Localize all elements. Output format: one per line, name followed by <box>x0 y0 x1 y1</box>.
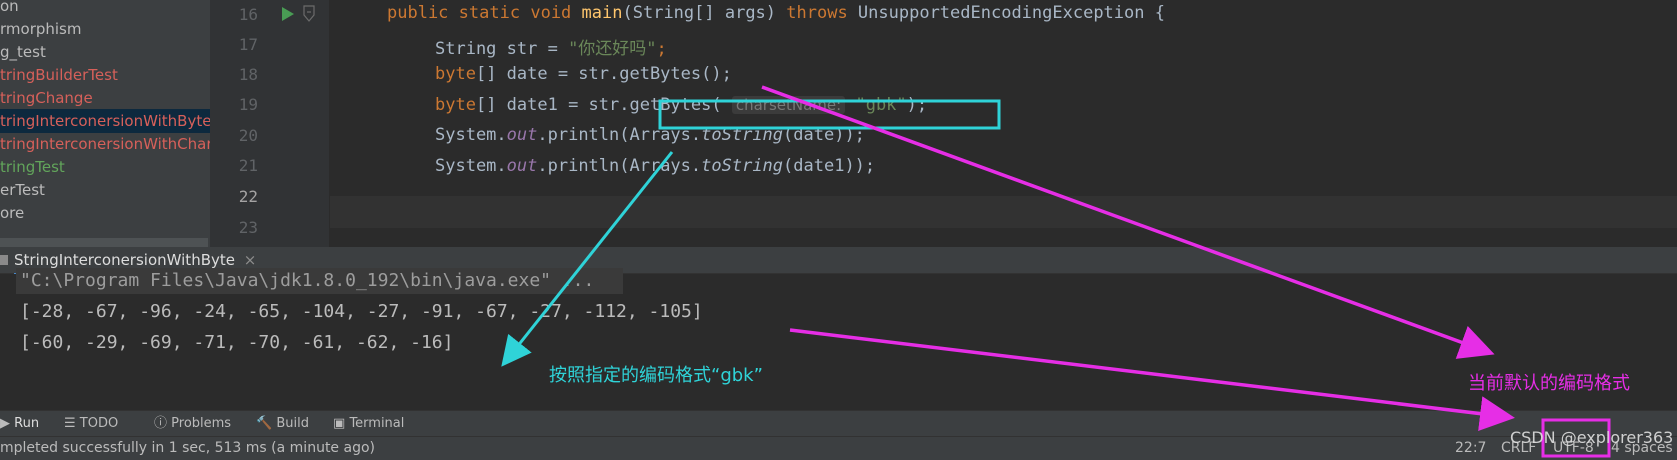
magenta-annotation-label: 当前默认的编码格式 <box>1468 373 1630 394</box>
magenta-arrow-top <box>761 85 1495 359</box>
annotation-overlay <box>501 85 1611 458</box>
cyan-annotation-label: 按照指定的编码格式“gbk” <box>549 365 763 386</box>
cyan-arrow <box>501 151 674 367</box>
cyan-highlight-box <box>658 99 1001 130</box>
watermark: CSDN @explorer363 <box>1510 428 1674 447</box>
magenta-arrow-bottom <box>789 328 1515 432</box>
